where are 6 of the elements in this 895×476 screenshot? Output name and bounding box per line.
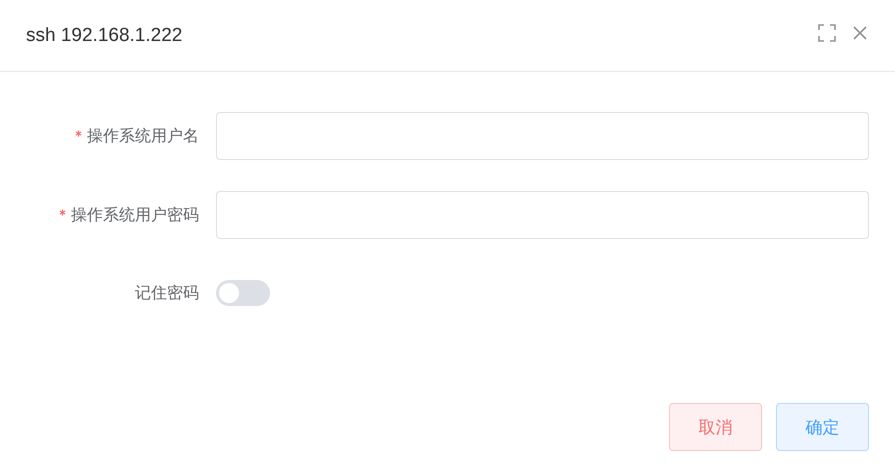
cancel-button[interactable]: 取消 <box>669 403 762 451</box>
field-label: 操作系统用户名 <box>87 126 199 146</box>
field-label: 记住密码 <box>135 282 199 304</box>
confirm-button[interactable]: 确定 <box>776 403 869 451</box>
dialog-title: ssh 192.168.1.222 <box>26 24 182 46</box>
field-label: 操作系统用户密码 <box>71 204 199 226</box>
